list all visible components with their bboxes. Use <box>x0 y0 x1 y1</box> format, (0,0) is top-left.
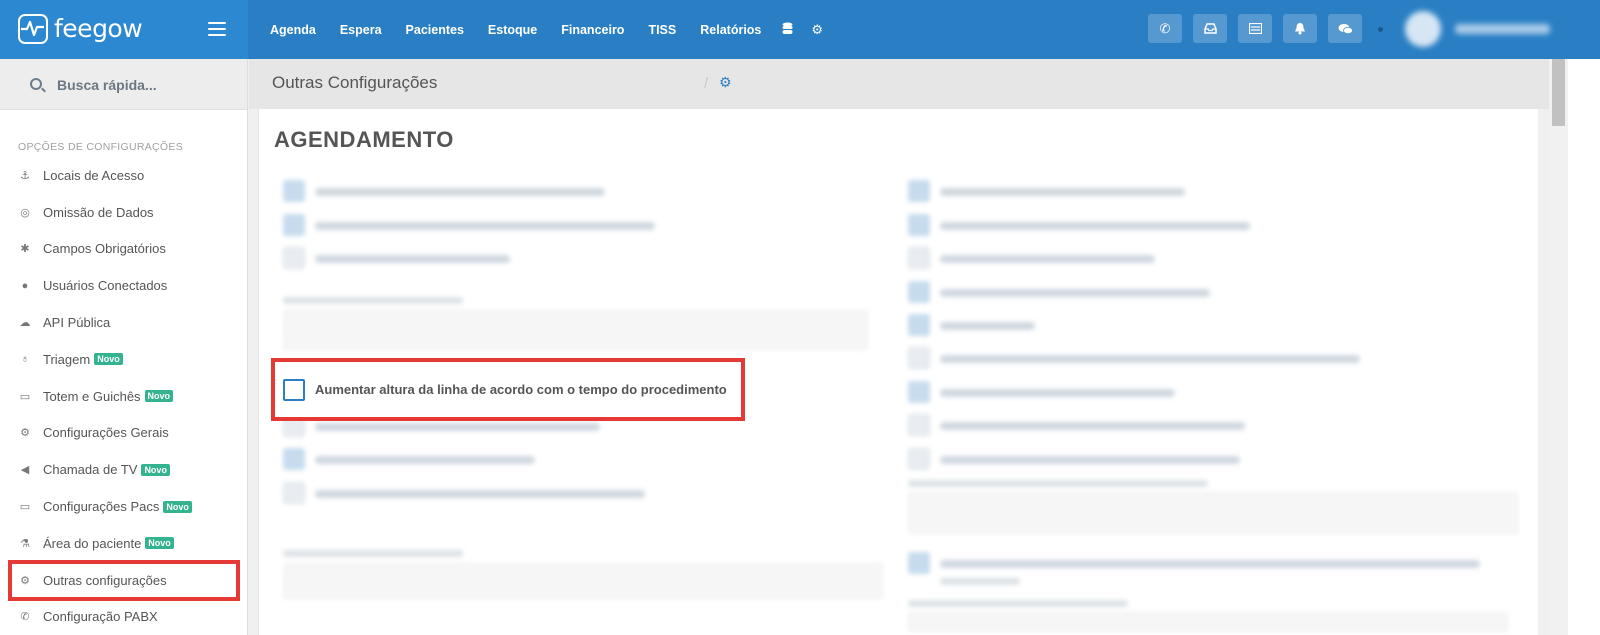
sidebar-item-label: Campos Obrigatórios <box>43 241 166 257</box>
sidebar-item-configuração-pabx[interactable]: ✆ Configuração PABX <box>10 599 238 635</box>
nav-agenda[interactable]: Agenda <box>258 23 328 37</box>
quick-search[interactable]: Busca rápida... <box>0 59 247 110</box>
breadcrumb-separator: / <box>704 75 709 92</box>
sidebar-item-label: Outras configurações <box>43 572 167 588</box>
sidebar-item-label: Triagem <box>43 351 91 367</box>
gear-icon[interactable]: ⚙ <box>802 22 832 38</box>
blurred-settings-right <box>908 180 1528 632</box>
cloud-icon: ☁ <box>19 317 31 330</box>
sidebar-item-label: Totem e Guichês <box>43 388 141 404</box>
chat-icon[interactable] <box>1328 14 1362 43</box>
nav-relatorios[interactable]: Relatórios <box>688 23 773 37</box>
anchor-icon: ⚓ <box>20 169 30 182</box>
sidebar-item-label: Omissão de Dados <box>43 204 154 220</box>
sidebar-item-outras-configurações[interactable]: ⚙ Outras configurações <box>8 559 240 601</box>
eye-slash-icon: ◎ <box>20 206 30 219</box>
asterisk-icon: ✱ <box>20 243 30 256</box>
new-badge: Novo <box>145 537 174 550</box>
nav-financeiro[interactable]: Financeiro <box>549 23 636 37</box>
new-badge: Novo <box>94 353 123 366</box>
bullhorn-icon: ◀ <box>20 464 30 477</box>
laptop-icon: ▭ <box>19 501 31 514</box>
increase-row-height-checkbox[interactable] <box>283 378 305 401</box>
database-icon[interactable] <box>773 22 802 38</box>
phone-icon[interactable]: ✆ <box>1148 14 1182 43</box>
page-title: Outras Configurações <box>272 73 438 92</box>
sidebar-item-configurações-gerais[interactable]: ⚙ Configurações Gerais <box>10 415 238 452</box>
sidebar-item-label: Configurações Pacs <box>43 499 160 515</box>
flask-icon: ⚗ <box>20 537 30 550</box>
top-navbar: feegow Agenda Espera Pacientes Estoque F… <box>0 0 1600 59</box>
increase-row-height-label: Aumentar altura da linha de acordo com o… <box>315 382 727 397</box>
sidebar-item-label: Configuração PABX <box>43 609 158 625</box>
heartbeat-logo-icon <box>18 14 48 44</box>
nav-estoque[interactable]: Estoque <box>476 23 549 37</box>
scrollbar-thumb[interactable] <box>1552 59 1565 126</box>
nav-tiss[interactable]: TISS <box>636 23 688 37</box>
sidebar-item-omissão-de-dados[interactable]: ◎ Omissão de Dados <box>10 194 238 231</box>
avatar <box>1405 11 1441 47</box>
cogs-icon: ⚙ <box>20 574 30 587</box>
new-badge: Novo <box>163 500 192 513</box>
user-name-blurred <box>1455 24 1550 34</box>
logo-text[interactable]: feegow <box>54 14 143 43</box>
quick-search-label[interactable]: Busca rápida... <box>57 77 157 93</box>
sidebar-item-label: Configurações Gerais <box>43 425 169 441</box>
sidebar-item-label: API Pública <box>43 315 111 331</box>
cogs-icon: ⚙ <box>719 74 732 90</box>
sidebar-item-label: Área do paciente <box>43 535 142 551</box>
sidebar-item-label: Chamada de TV <box>43 462 138 478</box>
sidebar-item-label: Usuários Conectados <box>43 278 168 294</box>
new-badge: Novo <box>144 390 174 403</box>
inbox-icon[interactable] <box>1193 14 1227 43</box>
user-icon: ● <box>21 279 29 292</box>
nav-espera[interactable]: Espera <box>328 23 394 37</box>
option-row-increase-row-height[interactable]: Aumentar altura da linha de acordo com o… <box>271 358 745 421</box>
status-dot <box>1378 27 1383 32</box>
breadcrumb: Outras Configurações / ⚙ <box>249 59 1549 109</box>
settings-menu: ⚓ Locais de Acesso ◎ Omissão de Dados ✱ Campo… <box>8 157 240 635</box>
bell-icon[interactable] <box>1283 14 1317 43</box>
laptop-icon: ▭ <box>19 390 31 403</box>
cogs-icon: ⚙ <box>20 427 30 440</box>
right-gutter <box>1568 59 1600 635</box>
sidebar-item-totem-e-guich-s[interactable]: ▭ Totem e Guichês Novo <box>10 378 238 415</box>
sidebar-item-label: Locais de Acesso <box>43 167 145 183</box>
sidebar-item-campos-obrigatórios[interactable]: ✱ Campos Obrigatórios <box>10 231 238 268</box>
page-scrollbar[interactable] <box>1549 59 1568 635</box>
stethoscope-icon: ♁ <box>20 353 30 366</box>
sidebar-item-usuários-conectados[interactable]: ● Usuários Conectados <box>10 267 238 304</box>
phone-icon: ✆ <box>20 611 30 624</box>
main-nav: Agenda Espera Pacientes Estoque Financei… <box>258 0 832 59</box>
sidebar-item-configurações-pacs[interactable]: ▭ Configurações Pacs Novo <box>10 488 238 525</box>
sidebar: Busca rápida... OPÇÕES DE CONFIGURAÇÕES … <box>0 59 248 635</box>
list-icon[interactable] <box>1238 14 1272 43</box>
section-heading: AGENDAMENTO <box>274 127 454 152</box>
nav-pacientes[interactable]: Pacientes <box>394 23 476 37</box>
toolbar-actions: ✆ <box>1148 14 1373 43</box>
user-menu[interactable] <box>1405 11 1555 47</box>
brand-area: feegow <box>0 0 248 59</box>
sidebar-item-triagem[interactable]: ♁ Triagem Novo <box>10 341 238 378</box>
sidebar-item-área-do-paciente[interactable]: ⚗ Área do paciente Novo <box>10 525 238 562</box>
new-badge: Novo <box>141 463 170 476</box>
sidebar-item-chamada-de-tv[interactable]: ◀ Chamada de TV Novo <box>10 451 238 488</box>
search-icon <box>30 78 42 90</box>
hamburger-menu-icon[interactable] <box>208 22 226 36</box>
sidebar-item-api-pública[interactable]: ☁ API Pública <box>10 304 238 341</box>
sidebar-item-locais-de-acesso[interactable]: ⚓ Locais de Acesso <box>10 157 238 194</box>
sidebar-section-title: OPÇÕES DE CONFIGURAÇÕES <box>18 141 184 153</box>
